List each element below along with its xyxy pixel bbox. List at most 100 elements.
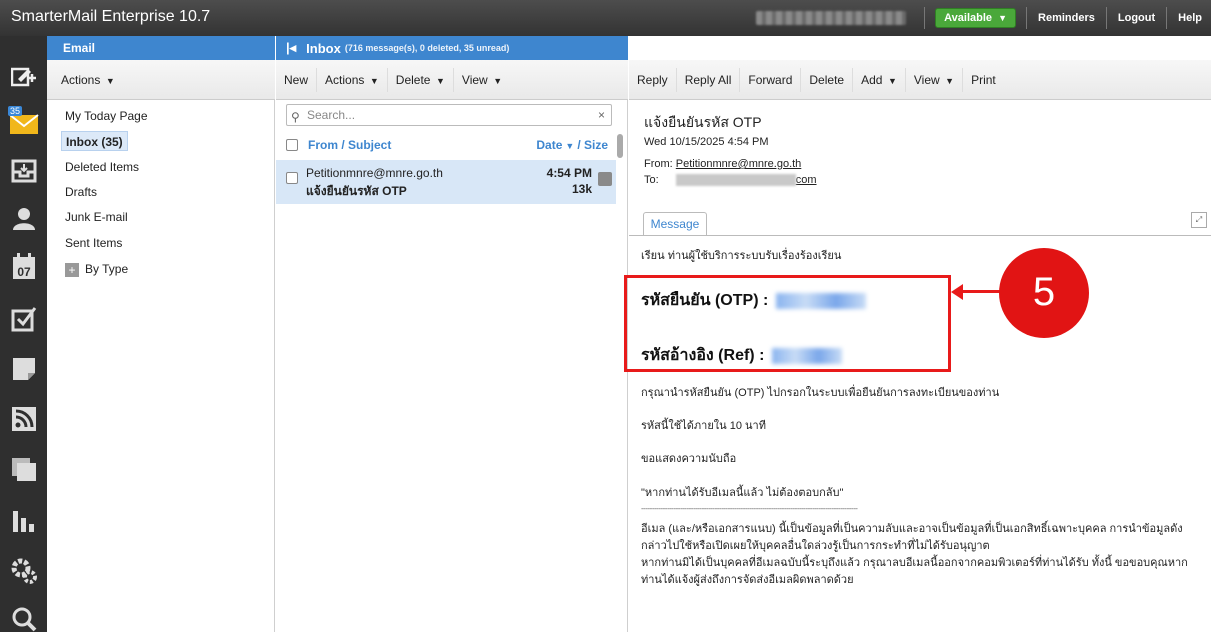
- step-number-callout: 5: [999, 248, 1089, 338]
- sort-desc-icon: ▼: [565, 141, 575, 151]
- to-label: To:: [644, 174, 659, 186]
- folders-toolbar: Actions ▼: [47, 60, 275, 100]
- expand-icon[interactable]: ⤢: [1191, 212, 1207, 228]
- from-subject-column[interactable]: From / Subject: [308, 138, 391, 152]
- inbox-title: Inbox: [306, 40, 341, 56]
- divider: [1166, 7, 1168, 29]
- top-bar: SmarterMail Enterprise 10.7 Available ▼ …: [0, 0, 1211, 36]
- rss-icon[interactable]: [9, 404, 39, 434]
- help-button[interactable]: Help: [1169, 12, 1211, 24]
- reply-button[interactable]: Reply: [629, 67, 677, 92]
- chevron-down-icon: ▼: [885, 75, 897, 86]
- inbox-actions-button[interactable]: Actions ▼: [317, 67, 388, 92]
- folder-drafts[interactable]: Drafts: [65, 182, 97, 202]
- size-column[interactable]: / Size: [577, 138, 608, 152]
- inbox-toolbar: New Actions ▼ Delete ▼ View ▼: [276, 60, 628, 100]
- app-title: SmarterMail Enterprise 10.7: [11, 8, 211, 25]
- calendar-icon[interactable]: 07: [9, 252, 39, 282]
- print-button[interactable]: Print: [963, 68, 1004, 92]
- add-label: Add: [861, 72, 883, 87]
- folder-list: My Today Page Inbox (35) Deleted Items D…: [47, 100, 275, 632]
- from-address-link[interactable]: Petitionmnre@mnre.go.th: [676, 158, 802, 170]
- message-row[interactable]: Petitionmnre@mnre.go.th แจ้งยืนยันรหัส O…: [276, 160, 616, 204]
- email-pane-header: Email: [47, 36, 275, 60]
- notes-icon[interactable]: [9, 354, 39, 384]
- message-sender: Petitionmnre@mnre.go.th: [306, 166, 443, 180]
- contacts-icon[interactable]: [9, 203, 39, 233]
- flag-icon[interactable]: [598, 172, 612, 186]
- collapse-pane-icon[interactable]: |◂: [276, 40, 306, 56]
- inbox-summary: (716 message(s), 0 deleted, 35 unread): [344, 43, 510, 53]
- search-icon[interactable]: [9, 604, 39, 634]
- email-unread-badge: 35: [8, 106, 23, 116]
- disclaimer-line-3: หากท่านมิได้เป็นบุคคลที่อีเมลฉบับนี้ระบุ…: [641, 557, 1188, 569]
- recipient-blurred: [675, 174, 796, 187]
- folder-inbox[interactable]: Inbox (35): [61, 131, 128, 151]
- availability-label: Available: [944, 12, 993, 24]
- date-column[interactable]: Date ▼: [536, 138, 574, 152]
- expand-plus-icon[interactable]: +: [65, 262, 79, 277]
- body-line-1: กรุณานำรหัสยืนยัน (OTP) ไปกรอกในระบบเพื่…: [641, 387, 1000, 399]
- body-line-4: "หากท่านได้รับอีเมลนี้แล้ว ไม่ต้องตอบกลั…: [641, 487, 844, 499]
- search-input[interactable]: ⚲ Search... ×: [286, 104, 612, 126]
- compose-icon[interactable]: [9, 62, 39, 92]
- divider: [1105, 7, 1107, 29]
- tab-divider: [629, 235, 1211, 236]
- folder-by-type[interactable]: + By Type: [65, 259, 128, 279]
- user-email-blurred: [756, 11, 907, 25]
- message-checkbox[interactable]: [286, 172, 298, 184]
- top-right-controls: Available ▼ Reminders Logout Help: [756, 0, 1211, 36]
- folder-sent-items[interactable]: Sent Items: [65, 233, 122, 253]
- add-button[interactable]: Add ▼: [853, 67, 906, 92]
- chevron-down-icon: ▼: [367, 75, 379, 86]
- reader-toolbar: Reply Reply All Forward Delete Add ▼ Vie…: [629, 60, 1211, 100]
- clear-search-icon[interactable]: ×: [598, 105, 605, 125]
- inbox-tray-icon[interactable]: [9, 156, 39, 186]
- scrollbar[interactable]: [617, 134, 623, 158]
- inbox-delete-label: Delete: [395, 72, 431, 87]
- divider: [924, 7, 926, 29]
- folder-deleted-items[interactable]: Deleted Items: [65, 157, 139, 177]
- to-line: To: com: [644, 174, 817, 187]
- reports-icon[interactable]: [9, 506, 39, 536]
- forward-button[interactable]: Forward: [740, 67, 802, 92]
- availability-dropdown[interactable]: Available ▼: [935, 8, 1017, 28]
- view-button[interactable]: View ▼: [906, 67, 964, 92]
- folders-actions-label: Actions: [61, 72, 101, 87]
- magnifier-icon: ⚲: [291, 110, 300, 124]
- inbox-view-button[interactable]: View ▼: [454, 68, 510, 92]
- inbox-delete-button[interactable]: Delete ▼: [388, 67, 454, 92]
- email-pane-title: Email: [63, 41, 96, 55]
- logout-button[interactable]: Logout: [1109, 12, 1164, 24]
- delete-button[interactable]: Delete: [801, 67, 854, 92]
- date-column-label: Date: [536, 138, 563, 152]
- chevron-down-icon: ▼: [433, 75, 445, 86]
- folder-junk-email[interactable]: Junk E-mail: [65, 207, 128, 227]
- reply-all-button[interactable]: Reply All: [677, 67, 741, 92]
- message-list: ⚲ Search... × From / Subject Date ▼ / Siz…: [276, 100, 628, 632]
- select-all-checkbox[interactable]: [286, 139, 298, 151]
- message-subject-heading: แจ้งยืนยันรหัส OTP: [644, 114, 762, 130]
- chevron-down-icon: ▼: [998, 13, 1008, 23]
- message-subject: แจ้งยืนยันรหัส OTP: [306, 184, 407, 198]
- chevron-down-icon: ▼: [103, 75, 115, 86]
- message-time: 4:54 PM: [546, 166, 592, 180]
- highlight-box: [624, 275, 951, 372]
- folder-by-type-label: By Type: [85, 262, 129, 276]
- to-suffix: com: [795, 174, 817, 186]
- files-icon[interactable]: [9, 454, 39, 484]
- reminders-button[interactable]: Reminders: [1029, 12, 1104, 24]
- folder-my-today-page[interactable]: My Today Page: [65, 106, 148, 126]
- tab-message[interactable]: Message: [643, 212, 707, 236]
- tasks-icon[interactable]: [9, 304, 39, 334]
- new-button[interactable]: New: [276, 67, 318, 92]
- folders-actions-button[interactable]: Actions ▼: [47, 68, 123, 92]
- disclaimer-line-4: ท่านได้แจ้งผู้ส่งถึงการจัดส่งอีเมลผิดพลา…: [641, 574, 854, 586]
- settings-gear-icon[interactable]: [9, 556, 39, 586]
- list-column-header: From / Subject Date ▼ / Size: [276, 132, 616, 158]
- from-line: From: Petitionmnre@mnre.go.th: [644, 158, 801, 170]
- inbox-header: |◂ Inbox (716 message(s), 0 deleted, 35 …: [276, 36, 628, 60]
- callout-arrow: [960, 290, 1000, 293]
- body-greeting: เรียน ท่านผู้ใช้บริการระบบรับเรื่องร้องเ…: [641, 250, 842, 262]
- divider: [1026, 7, 1028, 29]
